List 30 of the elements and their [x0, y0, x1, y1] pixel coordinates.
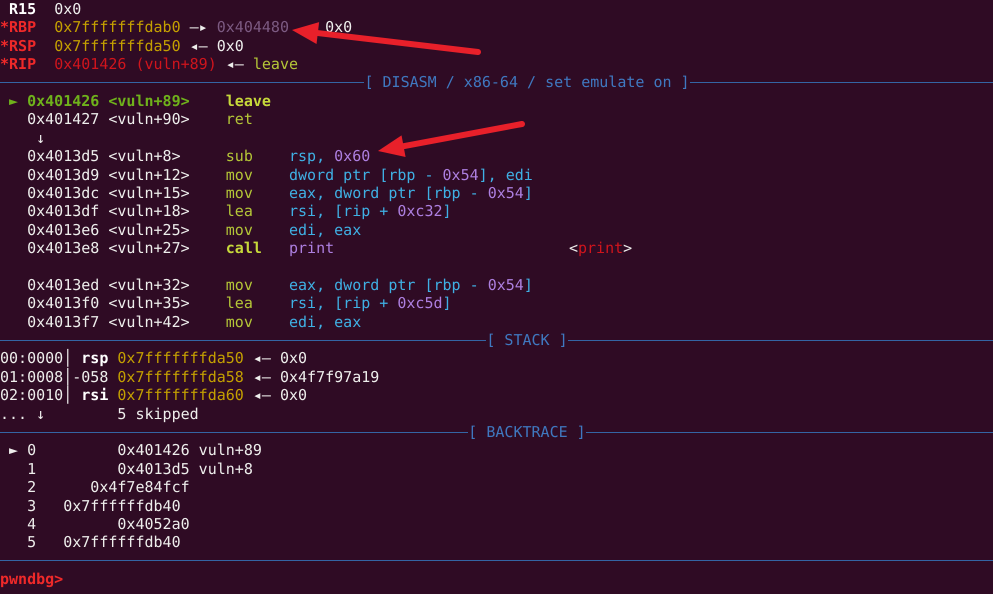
terminal-line: 0x401427 <vuln+90> ret [26, 110, 253, 129]
terminal-line: 0x4013e6 <vuln+25> mov edi, eax [26, 220, 362, 240]
terminal-line: 0x4013dc <vuln+15> mov eax, dword ptr [rbp - 0x54] [26, 184, 533, 202]
terminal-line: 0x4013f7 <vuln+42> mov edi, eax [26, 312, 362, 332]
terminal-line: 02:0010│ rsi 0x7fffffffda60 ◂— 0x0 [0, 386, 308, 405]
terminal-line: 1 0x4013d5 vuln+8 [26, 460, 253, 478]
terminal-line: 0x4013f0 <vuln+35> lea rsi, [rip + 0xc5d] [26, 294, 452, 313]
terminal-line: ... ↓ 5 skipped [0, 404, 199, 423]
terminal-line: pwndbg> [0, 570, 64, 588]
terminal-line: 5 0x7ffffffdb40 [26, 533, 181, 552]
terminal-line: *RSP 0x7fffffffda50 ◂— 0x0 [0, 36, 244, 56]
terminal-line: *RBP 0x7fffffffdab0 —▸ 0x404480 0x0 [0, 18, 352, 37]
terminal-line: 0x4013df <vuln+18> lea rsi, [rip + 0xc32] [26, 202, 452, 221]
terminal-line: 0x4013d5 <vuln+8> sub rsp, 0x60 [26, 147, 370, 166]
terminal-line: 01:0008│-058 0x7fffffffda58 ◂— 0x4f7f97a19 [0, 368, 380, 386]
terminal-line: R15 0x0 [8, 0, 82, 18]
terminal-line: 0x4013e8 <vuln+27> call print <print> [26, 239, 632, 258]
terminal-line: ► 0x401426 <vuln+89> leave [8, 92, 271, 110]
section-header: [ STACK ] [486, 330, 568, 350]
terminal-line: 2 0x4f7e84fcf [26, 478, 190, 497]
terminal-line: ↓ [35, 128, 46, 148]
section-header: [ DISASM / x86-64 / set emulate on ] [364, 73, 690, 92]
terminal-line: ► 0 0x401426 vuln+89 [8, 441, 262, 460]
terminal-line: *RIP 0x401426 (vuln+89) ◂— leave [0, 55, 298, 74]
terminal-line: 3 0x7ffffffdb40 [26, 496, 181, 515]
terminal-line: 4 0x4052a0 [26, 514, 190, 534]
terminal-line: 0x4013d9 <vuln+12> mov dword ptr [rbp - 0x54], edi [26, 166, 533, 184]
terminal-line: 0x4013ed <vuln+32> mov eax, dword ptr [rbp - 0x54] [26, 276, 533, 294]
section-header: [ BACKTRACE ] [468, 422, 586, 442]
terminal-line: 00:0000│ rsp 0x7fffffffda50 ◂— 0x0 [0, 349, 308, 368]
